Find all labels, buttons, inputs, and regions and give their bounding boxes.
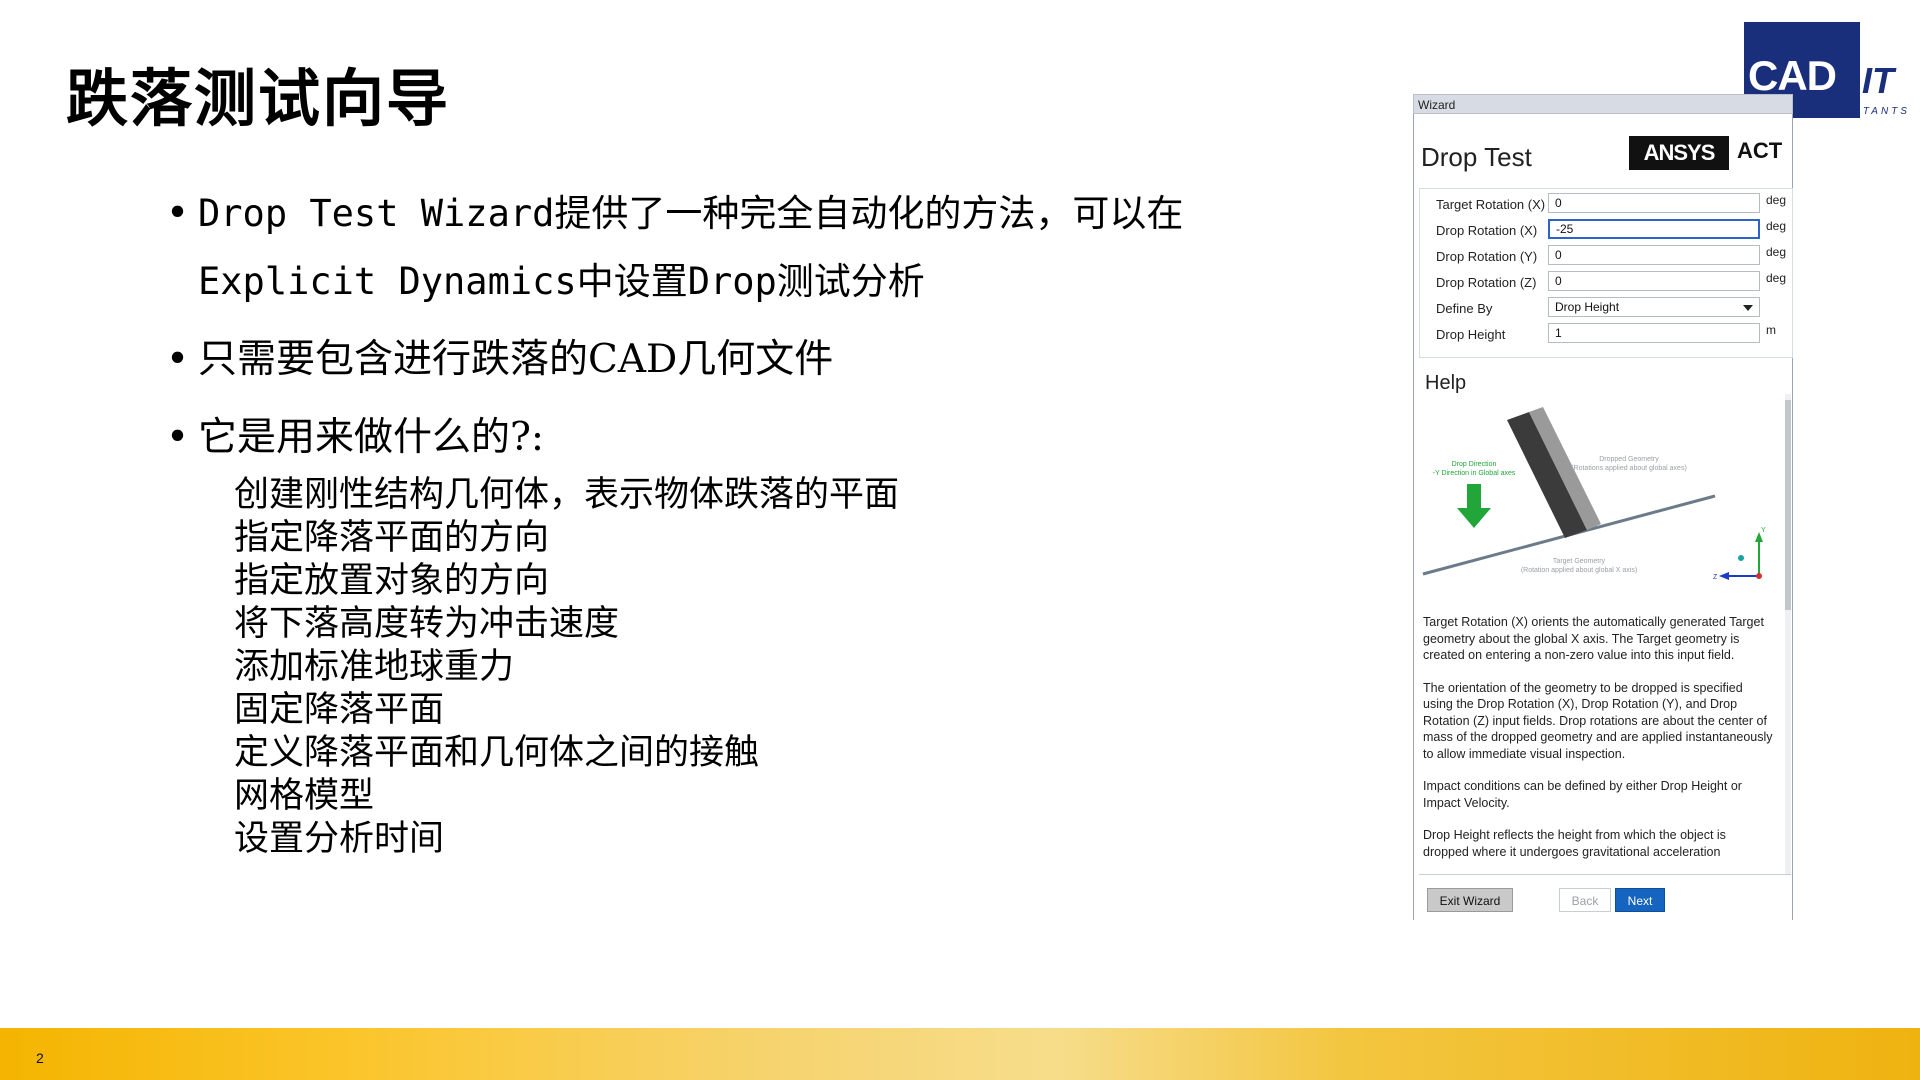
form-row-define-by: Define By Drop Height xyxy=(1420,295,1792,321)
field-label: Target Rotation (X) xyxy=(1436,197,1546,212)
sublist-item: 定义降落平面和几何体之间的接触 xyxy=(234,733,760,773)
field-unit: deg xyxy=(1766,271,1787,285)
help-paragraph: Impact conditions can be defined by eith… xyxy=(1423,779,1742,810)
bullet-text: 它是用来做什么的?: xyxy=(198,415,545,460)
field-label: Drop Rotation (Z) xyxy=(1436,275,1537,290)
wizard-title: Drop Test xyxy=(1421,142,1532,172)
dropped-geometry-label: Dropped Geometry xyxy=(1599,456,1659,463)
drop-test-diagram: Drop Direction -Y Direction in Global ax… xyxy=(1422,407,1766,581)
logo-main-text: CAD xyxy=(1748,52,1837,99)
bullet-list: • Drop Test Wizard提供了一种完全自动化的方法，可以在 Expl… xyxy=(160,178,1380,474)
bullet-text: 只需要包含进行跌落的CAD几何文件 xyxy=(198,337,834,382)
sublist-item: 创建刚性结构几何体，表示物体跌落的平面 xyxy=(234,475,900,515)
slide-title: 跌落测试向导 xyxy=(66,62,451,135)
form-row-target-rotation-x: Target Rotation (X) 0 deg xyxy=(1420,191,1792,217)
bullet-dot-icon: • xyxy=(166,415,190,460)
help-text: Target Rotation (X) orients the automati… xyxy=(1423,614,1775,874)
form-row-drop-rotation-x: Drop Rotation (X) -25 deg xyxy=(1420,217,1792,243)
ansys-logo: ANSYS xyxy=(1629,136,1729,170)
bullet-text-continued: Explicit Dynamics中设置Drop测试分析 xyxy=(198,260,925,303)
drop-rotation-y-input[interactable]: 0 xyxy=(1548,245,1760,265)
bullet-dot-icon: • xyxy=(166,191,190,236)
next-button[interactable]: Next xyxy=(1615,888,1665,912)
field-unit: m xyxy=(1766,323,1776,337)
drop-direction-sublabel: -Y Direction in Global axes xyxy=(1433,470,1516,477)
bullet-text: Drop Test Wizard提供了一种完全自动化的方法，可以在 xyxy=(198,192,1184,235)
axis-marker-dot xyxy=(1738,555,1744,561)
drop-arrow-icon xyxy=(1457,508,1491,528)
target-geometry-sublabel: (Rotation applied about global X axis) xyxy=(1521,567,1637,574)
sublist-item: 设置分析时间 xyxy=(234,819,445,859)
logo-it-text: IT xyxy=(1862,60,1894,101)
wizard-titlebar: Wizard xyxy=(1413,94,1793,114)
chevron-down-icon[interactable] xyxy=(1743,305,1753,311)
drop-arrow-shaft xyxy=(1467,484,1481,510)
sublist-item: 添加标准地球重力 xyxy=(234,647,515,687)
sublist-item: 指定放置对象的方向 xyxy=(234,561,550,601)
form-row-drop-height: Drop Height 1 m xyxy=(1420,321,1792,347)
wizard-form: Target Rotation (X) 0 deg Drop Rotation … xyxy=(1419,188,1793,358)
help-scrollbar[interactable] xyxy=(1785,394,1791,874)
drop-rotation-x-input[interactable]: -25 xyxy=(1548,219,1760,239)
sublist-item: 固定降落平面 xyxy=(234,690,445,730)
help-paragraph: Drop Height reflects the height from whi… xyxy=(1423,828,1726,859)
sublist-item: 将下落高度转为冲击速度 xyxy=(234,604,620,644)
exit-wizard-button[interactable]: Exit Wizard xyxy=(1427,888,1513,912)
wizard-window: Wizard Drop Test ANSYS ACT Target Rotati… xyxy=(1413,94,1793,920)
target-geometry-label: Target Geometry xyxy=(1553,558,1606,565)
dropped-geometry-sublabel: (Rotations applied about global axes) xyxy=(1571,465,1687,472)
sublist-item: 网格模型 xyxy=(234,776,375,816)
help-paragraph: Target Rotation (X) orients the automati… xyxy=(1423,615,1764,662)
bullet-item: • 只需要包含进行跌落的CAD几何文件 xyxy=(160,324,1380,396)
form-row-drop-rotation-z: Drop Rotation (Z) 0 deg xyxy=(1420,269,1792,295)
field-unit: deg xyxy=(1766,193,1787,207)
logo-subtitle: CONSULTANTS xyxy=(1804,106,1910,117)
drop-rotation-z-input[interactable]: 0 xyxy=(1548,271,1760,291)
target-rotation-x-input[interactable]: 0 xyxy=(1548,193,1760,213)
bullet-item: • Drop Test Wizard提供了一种完全自动化的方法，可以在 Expl… xyxy=(160,178,1380,318)
help-scrollbar-thumb[interactable] xyxy=(1785,400,1791,610)
field-unit: deg xyxy=(1766,245,1787,259)
feature-sublist: 创建刚性结构几何体，表示物体跌落的平面 指定降落平面的方向 指定放置对象的方向 … xyxy=(234,474,899,861)
bullet-dot-icon: • xyxy=(166,337,190,382)
field-label: Define By xyxy=(1436,301,1493,316)
page-number: 2 xyxy=(36,1050,44,1066)
help-title: Help xyxy=(1425,372,1467,394)
field-unit: deg xyxy=(1766,219,1787,233)
field-label: Drop Rotation (X) xyxy=(1436,223,1538,238)
field-label: Drop Rotation (Y) xyxy=(1436,249,1538,264)
define-by-select[interactable]: Drop Height xyxy=(1548,297,1760,317)
axis-z-label: Z xyxy=(1713,574,1718,581)
help-paragraph: The orientation of the geometry to be dr… xyxy=(1423,680,1773,761)
drop-height-input[interactable]: 1 xyxy=(1548,323,1760,343)
form-row-drop-rotation-y: Drop Rotation (Y) 0 deg xyxy=(1420,243,1792,269)
field-label: Drop Height xyxy=(1436,327,1506,342)
axis-y-label: Y xyxy=(1761,527,1766,534)
select-value: Drop Height xyxy=(1555,300,1620,314)
help-panel[interactable]: Drop Direction -Y Direction in Global ax… xyxy=(1419,394,1791,875)
act-label: ACT xyxy=(1737,138,1783,163)
back-button[interactable]: Back xyxy=(1559,888,1611,912)
origin-dot xyxy=(1756,573,1762,579)
footer-banner xyxy=(0,1028,1920,1080)
sublist-item: 指定降落平面的方向 xyxy=(234,518,550,558)
z-axis-arrow-icon xyxy=(1719,572,1729,580)
drop-direction-label: Drop Direction xyxy=(1452,461,1497,468)
bullet-item: • 它是用来做什么的?: xyxy=(160,402,1380,474)
